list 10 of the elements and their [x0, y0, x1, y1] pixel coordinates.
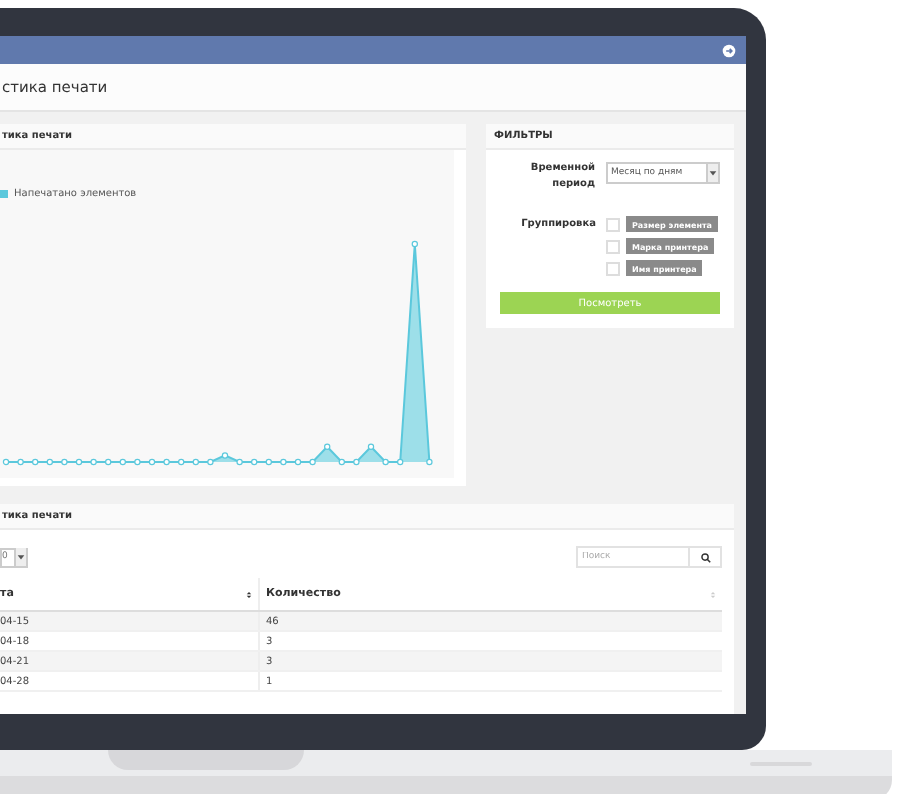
- search-icon: [699, 551, 711, 563]
- checkbox[interactable]: [606, 217, 620, 231]
- dropdown-icon: [706, 164, 718, 182]
- checkbox[interactable]: [606, 261, 620, 275]
- checkbox[interactable]: [606, 239, 620, 253]
- logout-icon[interactable]: [722, 43, 736, 57]
- dropdown-icon: [14, 548, 26, 566]
- search-button[interactable]: [690, 546, 722, 568]
- sort-icon: [246, 589, 252, 599]
- legend-swatch: [0, 190, 8, 198]
